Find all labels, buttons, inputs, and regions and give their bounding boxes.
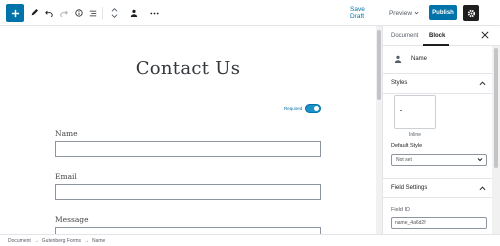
chevron-up-icon	[479, 186, 486, 191]
block-card: Name	[383, 46, 493, 74]
required-toggle[interactable]: Required	[284, 105, 321, 112]
save-draft-button[interactable]: Save Draft	[350, 0, 380, 26]
settings-sidebar: Document Block Name Styles Inline Defaul…	[382, 26, 500, 234]
chevron-down-icon	[477, 158, 483, 162]
message-field[interactable]	[55, 227, 321, 234]
default-style-select[interactable]: Not set	[391, 154, 487, 166]
list-view-icon	[89, 10, 97, 16]
toolbar-divider	[102, 7, 103, 19]
breadcrumb-separator: →	[33, 237, 39, 244]
add-block-button[interactable]	[6, 4, 24, 22]
default-style-value: Not set	[396, 157, 412, 163]
style-preview-line	[400, 110, 402, 111]
user-block-icon	[394, 55, 402, 63]
sidebar-scroll-thumb[interactable]	[494, 48, 498, 168]
name-field-label: Name	[55, 129, 78, 138]
chevron-up-down-icon	[111, 8, 117, 18]
publish-button[interactable]: Publish	[429, 5, 457, 20]
editor-toolbar: Save Draft Preview Publish	[0, 0, 500, 26]
block-name: Name	[411, 56, 428, 62]
redo-button[interactable]	[58, 0, 70, 26]
required-switch[interactable]	[306, 105, 321, 112]
chevron-down-icon	[414, 11, 419, 15]
user-block-icon	[130, 9, 138, 17]
breadcrumb-item[interactable]: Name	[92, 238, 105, 244]
settings-button[interactable]	[463, 5, 479, 21]
list-view-button[interactable]	[87, 0, 99, 26]
info-button[interactable]	[73, 0, 85, 26]
breadcrumb-item[interactable]: Document	[8, 238, 31, 244]
redo-icon	[60, 10, 68, 17]
more-icon	[149, 12, 159, 14]
more-options-button[interactable]	[148, 0, 160, 26]
page-title[interactable]: Contact Us	[100, 58, 276, 79]
move-block-button[interactable]	[108, 0, 120, 26]
style-option-inline[interactable]	[394, 95, 436, 129]
field-id-input[interactable]: name_4a6d2f	[391, 217, 487, 229]
message-field-label: Message	[55, 215, 89, 224]
styles-panel-header[interactable]: Styles	[383, 74, 493, 94]
preview-button[interactable]: Preview	[388, 0, 420, 26]
email-field-label: Email	[55, 172, 77, 181]
pencil-icon	[31, 9, 38, 16]
canvas-scroll-thumb[interactable]	[377, 30, 381, 100]
block-type-button[interactable]	[128, 0, 140, 26]
field-settings-title: Field Settings	[391, 185, 428, 191]
tools-button[interactable]	[28, 0, 40, 26]
field-settings-header[interactable]: Field Settings	[383, 178, 493, 198]
info-icon	[75, 9, 83, 17]
styles-panel-title: Styles	[391, 80, 408, 86]
undo-icon	[45, 10, 53, 17]
name-field[interactable]	[55, 141, 321, 157]
required-label: Required	[284, 106, 303, 111]
tab-block[interactable]: Block	[429, 26, 445, 46]
sidebar-scrollbar[interactable]	[492, 46, 500, 234]
email-field[interactable]	[55, 184, 321, 200]
plus-icon	[11, 9, 19, 17]
style-option-label: Inline	[409, 132, 421, 138]
breadcrumb-separator: →	[83, 237, 89, 244]
editor-canvas: Contact Us Required Name Email Message	[0, 26, 376, 234]
gear-icon	[467, 9, 475, 17]
undo-button[interactable]	[43, 0, 55, 26]
tab-document[interactable]: Document	[391, 26, 418, 46]
close-icon[interactable]	[481, 31, 489, 39]
default-style-label: Default Style	[391, 143, 423, 149]
breadcrumb: Document → Gutenberg Forms → Name	[0, 234, 500, 246]
chevron-up-icon	[479, 81, 486, 86]
breadcrumb-item[interactable]: Gutenberg Forms	[42, 238, 81, 244]
sidebar-tabs: Document Block	[383, 26, 500, 46]
preview-label: Preview	[388, 9, 413, 17]
field-id-label: Field ID	[391, 207, 410, 213]
